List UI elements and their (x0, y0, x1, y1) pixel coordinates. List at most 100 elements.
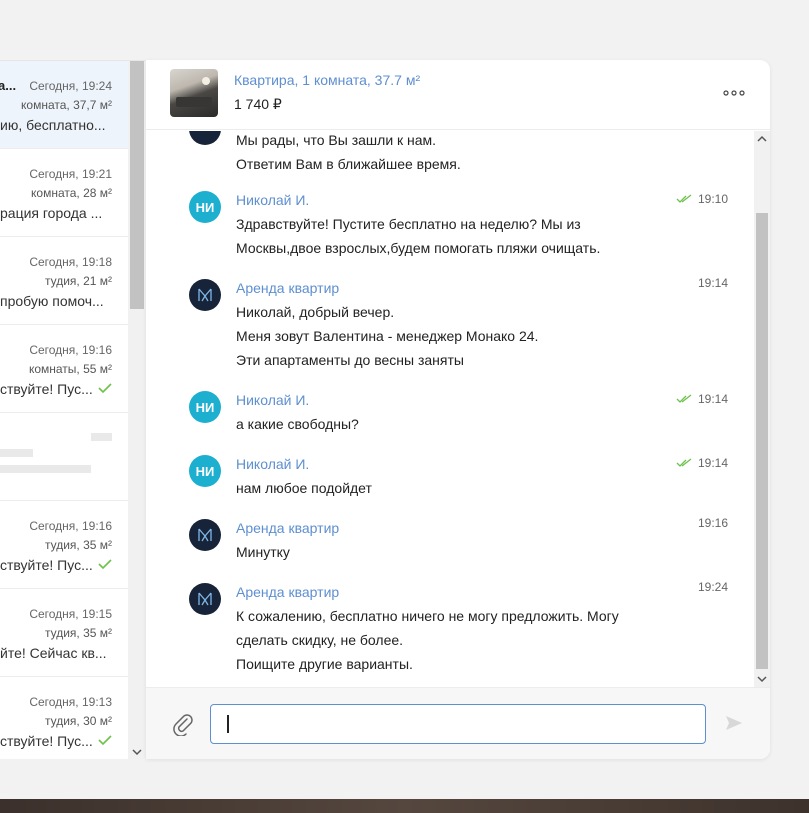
chat-header: Квартира, 1 комната, 37.7 м² 1 740 ₽ (146, 60, 770, 130)
message-line: Мы рады, что Вы зашли к нам. (236, 132, 437, 148)
send-arrow-icon[interactable] (724, 713, 744, 733)
conversation-subtitle: комната, 28 м² (31, 186, 112, 200)
chat-window: Квартира, 1 комната, 37.7 м² 1 740 ₽ Мы … (146, 60, 770, 759)
message-time: 19:14 (697, 392, 728, 406)
message-line: Николай, добрый вечер. (236, 304, 395, 320)
conversation-snippet: ию, бесплатно... (0, 117, 106, 133)
message-line: Эти апартаменты до весны заняты (236, 352, 464, 368)
agency-avatar (189, 583, 221, 615)
double-check-icon (676, 394, 692, 403)
message-line: Здравствуйте! Пустите бесплатно на недел… (236, 216, 581, 232)
paperclip-icon[interactable] (172, 712, 194, 736)
scrollbar-thumb[interactable] (756, 213, 768, 669)
conversation-list-panel: а... Сегодня, 19:24 комната, 37,7 м² ию,… (0, 60, 146, 759)
conversation-item[interactable]: Сегодня, 19:16 комнаты, 55 м² ствуйте! П… (0, 325, 128, 413)
listing-photo-lamp (202, 77, 210, 85)
conversation-list: а... Сегодня, 19:24 комната, 37,7 м² ию,… (0, 61, 128, 759)
conversation-list-scrollbar[interactable] (128, 61, 146, 759)
message-composer (146, 687, 770, 759)
message-author[interactable]: Николай И. (236, 392, 309, 408)
double-check-icon (676, 458, 692, 467)
conversation-time: Сегодня, 19:21 (29, 167, 112, 181)
conversation-snippet: ствуйте! Пус... (0, 557, 93, 573)
conversation-snippet: йте! Сейчас кв... (0, 645, 107, 661)
message-line: сделать скидку, не более. (236, 632, 404, 648)
scrollbar-thumb[interactable] (130, 61, 144, 309)
conversation-time: Сегодня, 19:16 (29, 343, 112, 357)
conversation-time: Сегодня, 19:13 (29, 695, 112, 709)
read-check-icon (98, 383, 112, 394)
agency-avatar (189, 519, 221, 551)
double-check-icon (676, 194, 692, 203)
conversation-subtitle: тудия, 35 м² (44, 626, 112, 640)
conversation-time: Сегодня, 19:16 (29, 519, 112, 533)
message-time: 19:24 (697, 580, 728, 594)
message-line: Ответим Вам в ближайшее время. (236, 156, 461, 172)
avatar-initials: НИ (195, 463, 215, 479)
message-line: а какие свободны? (236, 416, 359, 432)
message-author[interactable]: Николай И. (236, 456, 309, 472)
scroll-down-arrow-icon[interactable] (132, 748, 142, 756)
message-line: нам любое подойдет (236, 480, 372, 496)
message-time: 19:16 (697, 516, 728, 530)
listing-title-link[interactable]: Квартира, 1 комната, 37.7 м² (234, 72, 420, 88)
message-author[interactable]: Аренда квартир (236, 520, 339, 536)
conversation-item[interactable]: а... Сегодня, 19:24 комната, 37,7 м² ию,… (0, 61, 128, 149)
message-author[interactable]: Аренда квартир (236, 280, 339, 296)
conversation-time: Сегодня, 19:15 (29, 607, 112, 621)
message-line: Меня зовут Валентина - менеджер Монако 2… (236, 328, 539, 344)
message-time: 19:14 (697, 456, 728, 470)
avatar-initials: НИ (195, 199, 215, 215)
listing-photo[interactable] (170, 69, 218, 117)
scroll-up-arrow-icon[interactable] (757, 135, 767, 143)
conversation-item[interactable]: Сегодня, 19:15 тудия, 35 м² йте! Сейчас … (0, 589, 128, 677)
message-line: Москвы,двое взрослых,будем помогать пляж… (236, 240, 601, 256)
conversation-item[interactable]: Сегодня, 19:21 комната, 28 м² рация горо… (0, 149, 128, 237)
conversation-snippet: ствуйте! Пус... (0, 381, 93, 397)
message-line: Минутку (236, 544, 290, 560)
skeleton-bar (0, 449, 33, 457)
read-check-icon (98, 559, 112, 570)
message-line: К сожалению, бесплатно ничего не могу пр… (236, 608, 619, 624)
message-time: 19:14 (697, 276, 728, 290)
skeleton-bar (0, 465, 91, 473)
more-horizontal-icon[interactable] (722, 86, 746, 100)
conversation-subtitle: комнаты, 55 м² (28, 362, 112, 376)
message-line: Поищите другие варианты. (236, 656, 413, 672)
listing-price: 1 740 ₽ (234, 96, 282, 112)
text-cursor (227, 715, 229, 733)
conversation-item[interactable]: Сегодня, 19:16 тудия, 35 м² ствуйте! Пус… (0, 501, 128, 589)
message-time: 19:10 (697, 192, 728, 206)
conversation-snippet: пробую помоч... (0, 293, 104, 309)
conversation-subtitle: тудия, 35 м² (44, 538, 112, 552)
conversation-subtitle: комната, 37,7 м² (21, 98, 112, 112)
message-author[interactable]: Аренда квартир (236, 584, 339, 600)
conversation-title: а... (0, 78, 17, 93)
conversation-snippet: ствуйте! Пус... (0, 733, 93, 749)
message-list-scrollbar[interactable] (754, 131, 770, 687)
conversation-snippet: рация города ... (0, 205, 103, 221)
agency-avatar (189, 279, 221, 311)
conversation-item[interactable]: Сегодня, 19:13 тудия, 30 м² ствуйте! Пус… (0, 677, 128, 759)
avatar-initials: НИ (195, 399, 215, 415)
skeleton-bar (91, 433, 112, 441)
agency-logo-icon (198, 528, 212, 542)
agency-avatar (189, 131, 221, 145)
user-avatar: НИ (189, 191, 221, 223)
message-list: Мы рады, что Вы зашли к нам. Ответим Вам… (146, 131, 754, 687)
message-author[interactable]: Николай И. (236, 192, 309, 208)
conversation-item[interactable]: Сегодня, 19:18 тудия, 21 м² пробую помоч… (0, 237, 128, 325)
user-avatar: НИ (189, 455, 221, 487)
conversation-item-loading (0, 413, 128, 501)
listing-photo-sofa (176, 97, 212, 107)
agency-logo-icon (198, 288, 212, 302)
conversation-subtitle: тудия, 21 м² (44, 274, 112, 288)
agency-logo-icon (198, 592, 212, 606)
user-avatar: НИ (189, 391, 221, 423)
scroll-down-arrow-icon[interactable] (757, 675, 767, 683)
conversation-time: Сегодня, 19:18 (29, 255, 112, 269)
message-input[interactable] (210, 704, 706, 744)
page-background-strip (0, 799, 809, 813)
read-check-icon (98, 735, 112, 746)
conversation-subtitle: тудия, 30 м² (44, 714, 112, 728)
